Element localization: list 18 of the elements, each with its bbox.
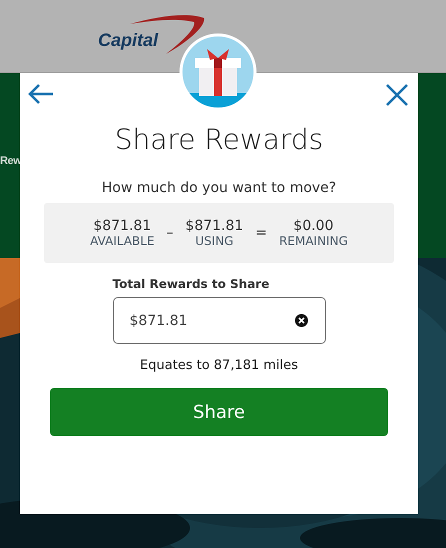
logo-text: Capital bbox=[98, 30, 158, 50]
amount-text: $0.00 bbox=[293, 218, 334, 234]
share-button[interactable]: Share bbox=[50, 388, 388, 436]
miles-note: Equates to 87,181 miles bbox=[140, 358, 298, 373]
amount-text: $871.81 bbox=[93, 218, 152, 234]
dialog-title: Share Rewards bbox=[114, 123, 324, 156]
question-text: How much do you want to move? bbox=[102, 180, 336, 196]
operator-sign: – bbox=[166, 225, 174, 241]
amount-text: $871.81 bbox=[185, 218, 244, 234]
amount-label: USING bbox=[195, 234, 234, 248]
amount-label: AVAILABLE bbox=[90, 234, 154, 248]
amount-label: REMAINING bbox=[279, 234, 348, 248]
close-icon[interactable] bbox=[385, 83, 409, 107]
clear-icon[interactable] bbox=[294, 314, 308, 327]
field-label: Total Rewards to Share bbox=[112, 277, 270, 291]
rewards-input-field[interactable]: $871.81 bbox=[112, 297, 326, 344]
back-arrow-icon[interactable] bbox=[27, 83, 55, 105]
operator-sign: = bbox=[255, 225, 268, 241]
